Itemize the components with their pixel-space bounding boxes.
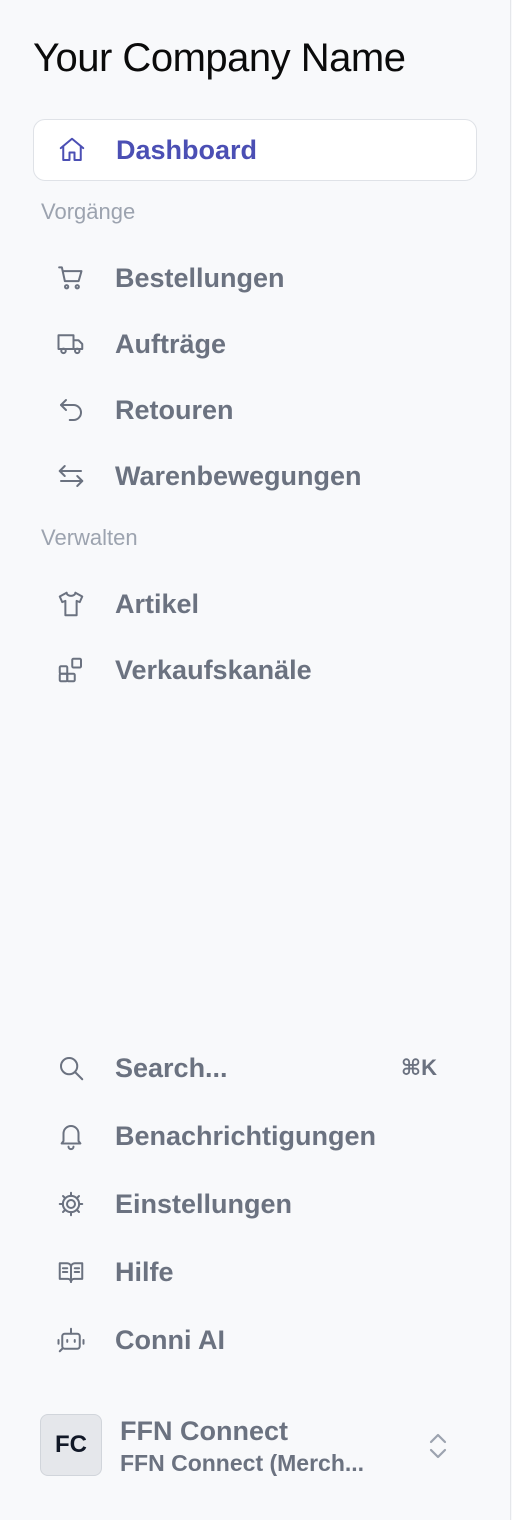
book-icon: [55, 1256, 87, 1288]
nav-item-verkaufskanaele[interactable]: Verkaufskanäle: [33, 639, 477, 701]
return-arrow-icon: [55, 394, 87, 426]
home-icon: [56, 134, 88, 166]
search-shortcut: ⌘K: [400, 1055, 437, 1080]
shirt-icon: [55, 588, 87, 620]
nav-label-dashboard: Dashboard: [116, 134, 258, 165]
arrows-swap-icon: [55, 460, 87, 492]
nav-item-auftraege[interactable]: Aufträge: [33, 313, 477, 375]
nav-label-auftraege: Aufträge: [115, 328, 227, 359]
chevron-up-down-icon[interactable]: [424, 1428, 452, 1464]
account-org: FFN Connect (Merch...: [120, 1450, 365, 1476]
truck-icon: [55, 328, 87, 360]
nav-item-einstellungen[interactable]: Einstellungen: [33, 1173, 477, 1235]
nav-label-bestellungen: Bestellungen: [115, 262, 285, 293]
nav-label-warenbewegungen: Warenbewegungen: [115, 460, 362, 491]
company-name: Your Company Name: [33, 36, 406, 80]
robot-icon: [55, 1324, 87, 1356]
nav-label-conni-ai: Conni AI: [115, 1324, 225, 1355]
cart-icon: [55, 262, 87, 294]
squares-plus-icon: [55, 654, 87, 686]
nav-label-artikel: Artikel: [115, 588, 200, 619]
gear-icon: [55, 1188, 87, 1220]
bell-icon: [55, 1120, 87, 1152]
nav-label-benachrichtigungen: Benachrichtigungen: [115, 1120, 377, 1151]
nav-item-dashboard[interactable]: Dashboard: [33, 119, 477, 181]
search-icon: [55, 1052, 87, 1084]
nav-item-conni-ai[interactable]: Conni AI: [33, 1309, 477, 1371]
nav-item-hilfe[interactable]: Hilfe: [33, 1241, 477, 1303]
nav-label-retouren: Retouren: [115, 394, 234, 425]
section-vorgaenge: Vorgänge: [41, 199, 136, 224]
account-switcher[interactable]: FC FFN Connect FFN Connect (Merch...: [40, 1414, 470, 1478]
sidebar: Your Company Name Dashboard Vorgänge Bes…: [0, 0, 511, 1520]
nav-label-hilfe: Hilfe: [115, 1256, 174, 1287]
search-label: Search...: [115, 1052, 228, 1083]
nav-item-warenbewegungen[interactable]: Warenbewegungen: [33, 445, 477, 507]
nav-label-einstellungen: Einstellungen: [115, 1188, 293, 1219]
nav-item-retouren[interactable]: Retouren: [33, 379, 477, 441]
nav-label-verkaufskanaele: Verkaufskanäle: [115, 654, 312, 685]
nav-item-benachrichtigungen[interactable]: Benachrichtigungen: [33, 1105, 477, 1167]
section-verwalten: Verwalten: [41, 525, 138, 550]
nav-item-artikel[interactable]: Artikel: [33, 573, 477, 635]
nav-item-bestellungen[interactable]: Bestellungen: [33, 247, 477, 309]
account-name: FFN Connect: [120, 1416, 288, 1446]
avatar: FC: [40, 1414, 102, 1476]
search-button[interactable]: Search... ⌘K: [33, 1037, 477, 1099]
